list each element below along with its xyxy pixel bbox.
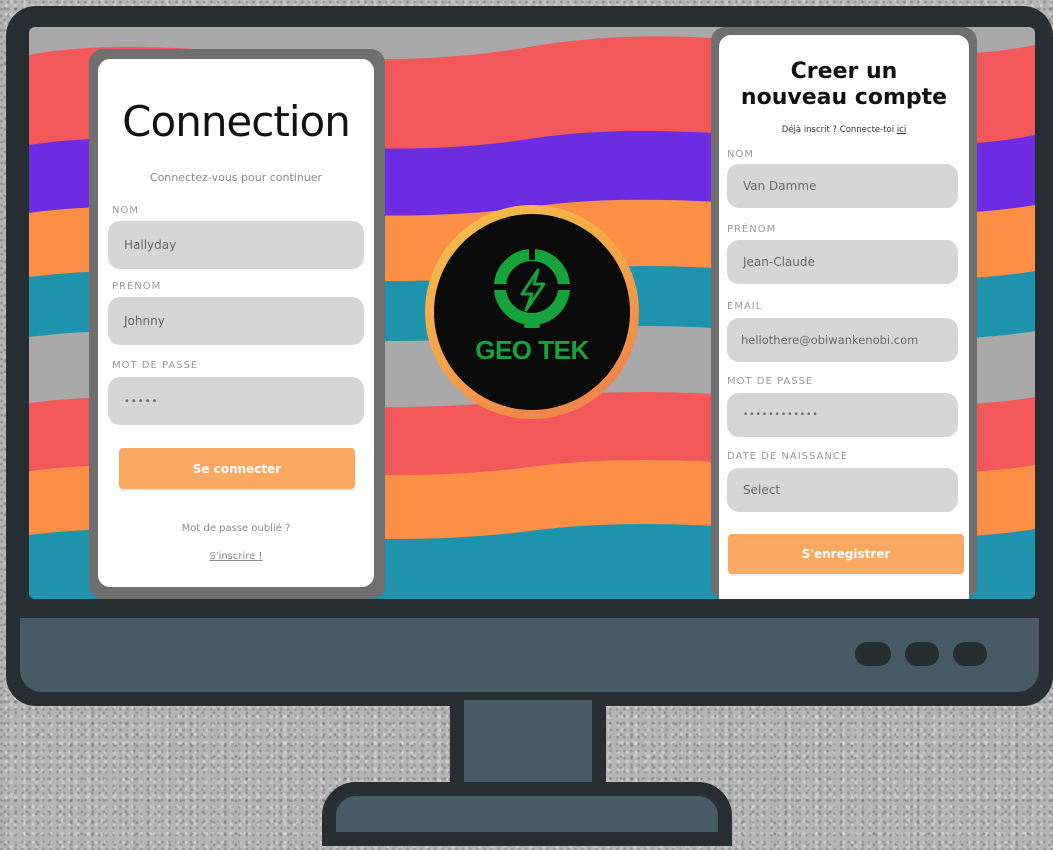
monitor-button[interactable] [855,642,891,666]
signup-title: Creer un nouveau compte [719,59,969,111]
login-phone-frame: Connection Connectez-vous pour continuer… [89,49,385,599]
signup-nom-input[interactable]: Van Damme [727,164,958,208]
signup-card: Creer un nouveau compte Déjà inscrit ? C… [719,35,969,599]
monitor-chin [20,618,1039,692]
geotek-logo: GEO TEK [425,205,639,419]
login-nom-input[interactable]: Hallyday [108,221,364,269]
monitor-stand-neck [450,700,606,790]
already-registered-text: Déjà inscrit ? Connecte-toi [781,125,895,135]
signup-email-value: hellothere@obiwankenobi.com [741,333,919,347]
login-nom-label: NOM [112,205,139,216]
monitor-stand-base [322,782,732,846]
signup-nom-value: Van Damme [743,179,817,193]
login-prenom-label: PRÉNOM [112,281,162,292]
signup-nom-label: NOM [727,149,754,160]
register-link[interactable]: S'inscrire ! [98,551,374,562]
login-prenom-value: Johnny [124,314,165,328]
monitor-button[interactable] [905,642,939,666]
login-password-input[interactable]: ••••• [108,377,364,425]
signup-birthdate-select[interactable]: Select [727,468,958,512]
signup-email-input[interactable]: hellothere@obiwankenobi.com [727,318,958,362]
already-registered-note: Déjà inscrit ? Connecte-toi ici [719,125,969,135]
login-subtitle: Connectez-vous pour continuer [149,171,323,184]
login-submit-button[interactable]: Se connecter [119,448,355,489]
login-title: Connection [122,97,351,146]
signup-password-input[interactable]: •••••••••••• [727,393,958,437]
monitor-buttons [855,642,987,666]
signup-submit-button[interactable]: S'enregistrer [728,534,964,574]
signup-phone-frame: Creer un nouveau compte Déjà inscrit ? C… [711,27,977,599]
login-password-label: MOT DE PASSE [112,360,199,371]
signup-prenom-label: PRÉNOM [727,224,777,235]
signup-prenom-value: Jean-Claude [743,255,815,269]
signup-prenom-input[interactable]: Jean-Claude [727,240,958,284]
login-here-link[interactable]: ici [897,125,906,135]
signup-birthdate-value: Select [743,483,781,497]
signup-title-line2: nouveau compte [740,85,948,110]
login-prenom-input[interactable]: Johnny [108,297,364,345]
signup-password-value: •••••••••••• [743,410,819,420]
lightning-bulb-icon [490,242,574,328]
logo-inner-circle: GEO TEK [434,214,630,410]
signup-email-label: EMAIL [727,301,763,312]
monitor-screen: Connection Connectez-vous pour continuer… [29,27,1035,599]
signup-password-label: MOT DE PASSE [727,376,814,387]
login-card: Connection Connectez-vous pour continuer… [98,59,374,587]
signup-birthdate-label: DATE DE NAISSANCE [727,451,849,462]
monitor-button[interactable] [953,642,987,666]
forgot-password-link[interactable]: Mot de passe oublié ? [98,523,374,534]
login-nom-value: Hallyday [124,238,177,252]
login-password-value: ••••• [124,395,159,407]
signup-title-line1: Creer un [790,59,898,84]
logo-text: GEO TEK [475,335,589,365]
